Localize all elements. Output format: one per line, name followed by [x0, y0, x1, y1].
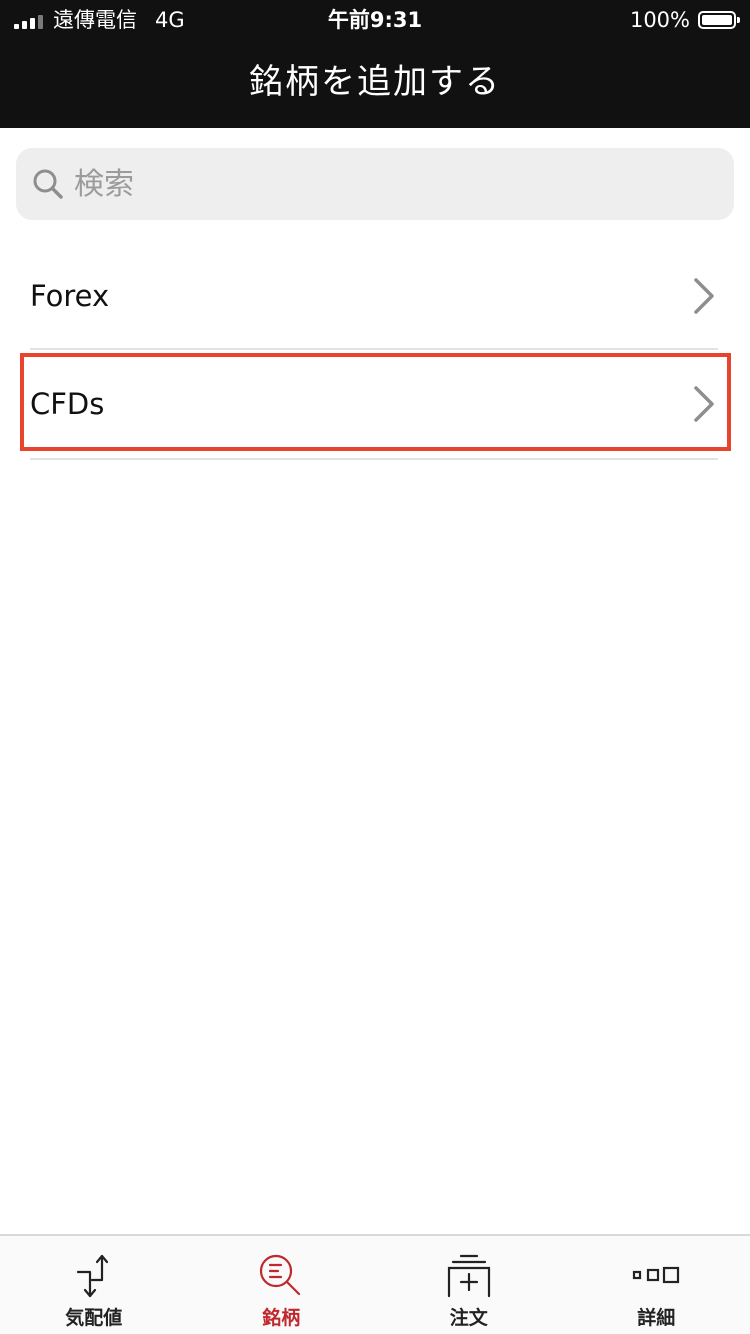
tab-quotes[interactable]: 気配値: [0, 1236, 188, 1334]
list-item-forex[interactable]: Forex: [30, 248, 718, 344]
list-item-label: CFDs: [30, 387, 105, 421]
top-bar: 遠傳電信 4G 午前9:31 100% 銘柄を追加する: [0, 0, 750, 128]
quotes-icon: [76, 1254, 108, 1298]
order-icon: [447, 1254, 490, 1298]
tab-label: 詳細: [637, 1307, 676, 1329]
tab-bar: 気配値 銘柄 注文 詳細: [0, 1234, 750, 1334]
list-item-cfds[interactable]: CFDs: [30, 357, 718, 451]
battery-status: 100%: [629, 8, 740, 32]
tab-label: 注文: [449, 1307, 488, 1329]
battery-icon: [698, 11, 740, 29]
chevron-right-icon: [694, 386, 714, 422]
tab-details[interactable]: 詳細: [563, 1236, 750, 1334]
tab-label: 気配値: [65, 1307, 123, 1329]
list-item-label: Forex: [30, 279, 110, 313]
chevron-right-icon: [694, 278, 714, 314]
tab-symbols[interactable]: 銘柄: [188, 1236, 376, 1334]
list-divider: [30, 458, 718, 460]
more-icon: [633, 1266, 680, 1284]
status-bar: 遠傳電信 4G 午前9:31 100%: [0, 0, 750, 40]
page-title: 銘柄を追加する: [249, 62, 501, 102]
symbols-search-icon: [260, 1254, 301, 1296]
search-icon: [33, 169, 63, 199]
tab-label: 銘柄: [262, 1307, 301, 1329]
battery-percent: 100%: [629, 8, 690, 32]
tab-order[interactable]: 注文: [375, 1236, 563, 1334]
list-divider: [30, 348, 718, 350]
search-bar[interactable]: [16, 147, 734, 221]
search-input[interactable]: [72, 147, 734, 221]
